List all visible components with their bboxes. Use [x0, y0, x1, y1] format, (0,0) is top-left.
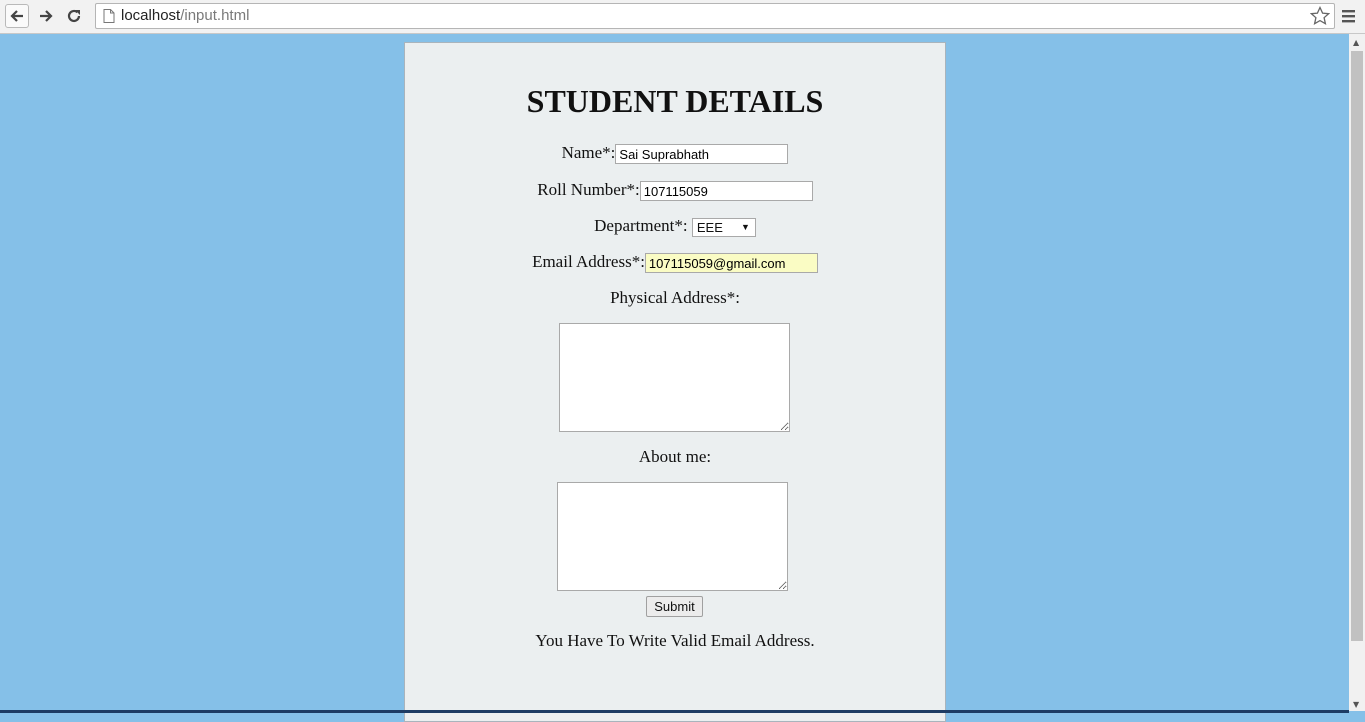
name-row: Name*: — [405, 143, 945, 165]
reload-icon — [67, 9, 81, 23]
scrollbar-thumb[interactable] — [1351, 51, 1363, 641]
bookmark-star-icon[interactable] — [1310, 6, 1330, 26]
address-bar[interactable]: localhost/input.html — [95, 3, 1335, 29]
reload-button[interactable] — [62, 4, 86, 28]
department-select[interactable]: EEE ▼ — [691, 217, 756, 237]
submit-button[interactable]: Submit — [646, 596, 703, 617]
back-arrow-icon — [10, 10, 23, 22]
name-label: Name*: — [561, 143, 616, 162]
vertical-scrollbar[interactable]: ▲ ▼ — [1349, 34, 1365, 711]
browser-toolbar: localhost/input.html — [0, 0, 1365, 34]
validation-message: You Have To Write Valid Email Address. — [535, 631, 815, 650]
department-row: Department*: EEE ▼ — [405, 216, 945, 237]
back-button[interactable] — [5, 4, 29, 28]
scroll-up-arrow-icon[interactable]: ▲ — [1353, 38, 1359, 47]
dropdown-arrow-icon: ▼ — [740, 221, 750, 232]
url-host: localhost — [121, 7, 181, 24]
roll-number-label: Roll Number*: — [537, 180, 640, 199]
url-path: /input.html — [180, 7, 250, 24]
page-title: STUDENT DETAILS — [526, 83, 824, 119]
physical-address-textarea[interactable] — [559, 323, 790, 432]
page-icon — [103, 9, 115, 23]
student-form-panel: STUDENT DETAILS Name*: Roll Number*: Dep… — [404, 42, 946, 722]
url-text: localhost/input.html — [121, 7, 249, 24]
department-selected-value: EEE — [696, 219, 723, 235]
about-me-label: About me: — [638, 447, 712, 466]
email-row: Email Address*: — [405, 252, 945, 274]
physical-address-label: Physical Address*: — [610, 288, 740, 307]
scroll-down-arrow-icon[interactable]: ▼ — [1353, 700, 1359, 709]
roll-number-row: Roll Number*: — [405, 180, 945, 202]
forward-arrow-icon — [40, 10, 53, 22]
menu-icon[interactable] — [1340, 7, 1358, 25]
forward-button[interactable] — [34, 4, 58, 28]
about-me-textarea[interactable] — [557, 482, 788, 591]
department-label: Department*: — [594, 216, 688, 235]
email-input[interactable] — [644, 253, 818, 274]
name-input[interactable] — [615, 144, 789, 165]
email-label: Email Address*: — [532, 252, 645, 271]
roll-number-input[interactable] — [639, 181, 813, 202]
